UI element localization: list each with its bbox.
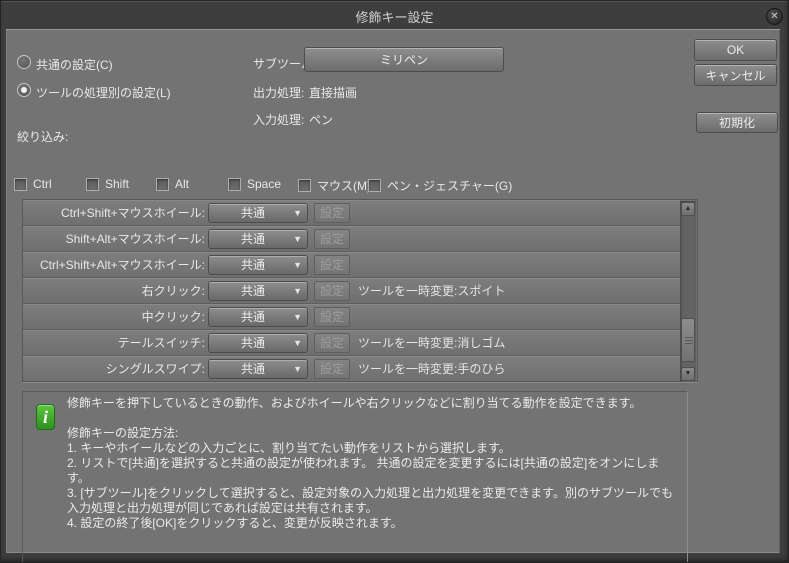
info-line: 2. リストで[共通]を選択すると共通の設定が使われます。 共通の設定を変更する… — [67, 456, 660, 485]
filter-checkbox[interactable] — [368, 179, 381, 192]
dialog-title: 修飾キー設定 — [355, 10, 434, 25]
input-process-value: ペン — [309, 113, 334, 127]
assignment-dropdown[interactable]: 共通 ▼ — [208, 254, 308, 275]
assignment-row: 右クリック: 共通 ▼ 設定 ツールを一時変更:スポイト — [23, 278, 680, 304]
radio-common-settings[interactable] — [17, 55, 31, 69]
assignment-row-label: テールスイッチ: — [117, 336, 205, 350]
cancel-button[interactable]: キャンセル — [694, 64, 777, 86]
assignment-row-label: Shift+Alt+マウスホイール: — [65, 232, 205, 246]
assignment-dropdown[interactable]: 共通 ▼ — [208, 332, 308, 353]
assignment-row: Shift+Alt+マウスホイール: 共通 ▼ 設定 — [23, 226, 680, 252]
settings-button: 設定 — [314, 228, 350, 249]
ok-button[interactable]: OK — [694, 39, 777, 61]
assignment-row: 中クリック: 共通 ▼ 設定 — [23, 304, 680, 330]
filter-option: Ctrl — [14, 177, 52, 191]
title-bar[interactable]: 修飾キー設定 ✕ — [1, 1, 788, 27]
filter-checkbox-label: マウス(M) — [317, 179, 371, 193]
assignment-dropdown-value: 共通 — [240, 284, 265, 298]
assignment-dropdown[interactable]: 共通 ▼ — [208, 202, 308, 223]
settings-button: 設定 — [314, 332, 350, 353]
filter-checkbox-label: ペン・ジェスチャー(G) — [387, 179, 513, 193]
filter-checkbox[interactable] — [86, 177, 99, 191]
assignment-note: ツールを一時変更:手のひら — [358, 362, 506, 376]
output-process-value: 直接描画 — [309, 86, 358, 100]
filter-option: Space — [228, 177, 281, 191]
assignment-row: シングルスワイプ: 共通 ▼ 設定 ツールを一時変更:手のひら — [23, 356, 680, 381]
assignment-note: ツールを一時変更:消しゴム — [358, 336, 506, 350]
output-process-label: 出力処理: — [253, 86, 305, 100]
info-line: 3. [サブツール]をクリックして選択すると、設定対象の入力処理と出力処理を変更… — [67, 486, 673, 515]
assignment-dropdown[interactable]: 共通 ▼ — [208, 280, 308, 301]
filter-option: ペン・ジェスチャー(G) — [368, 177, 512, 194]
scrollbar[interactable]: ▲ ▼ — [680, 201, 696, 382]
filter-checkbox-label: Alt — [175, 177, 190, 191]
input-process-label: 入力処理: — [253, 113, 305, 127]
filter-option: Alt — [156, 177, 189, 191]
chevron-down-icon: ▼ — [293, 285, 302, 296]
assignment-row-label: Ctrl+Shift+Alt+マウスホイール: — [39, 258, 205, 272]
scroll-up-icon[interactable]: ▲ — [681, 202, 695, 216]
info-line: 修飾キーの設定方法: — [67, 426, 179, 440]
filter-checkbox[interactable] — [14, 177, 27, 191]
info-box: i 修飾キーを押下しているときの動作、およびホイールや右クリックなどに割り当てる… — [22, 391, 688, 562]
filter-label: 絞り込み: — [17, 130, 69, 144]
filter-option: Shift — [86, 177, 129, 191]
scrollbar-thumb[interactable] — [681, 318, 695, 362]
chevron-down-icon: ▼ — [293, 363, 302, 374]
assignment-dropdown-value: 共通 — [240, 258, 265, 272]
assignment-row-label: シングルスワイプ: — [105, 362, 205, 376]
info-text: 修飾キーを押下しているときの動作、およびホイールや右クリックなどに割り当てる動作… — [67, 396, 679, 531]
settings-button: 設定 — [314, 358, 350, 379]
assignment-dropdown-value: 共通 — [240, 232, 265, 246]
info-line: 1. キーやホイールなどの入力ごとに、割り当てたい動作をリストから選択します。 — [67, 441, 511, 455]
chevron-down-icon: ▼ — [293, 233, 302, 244]
filter-checkbox-label: Ctrl — [33, 177, 52, 191]
info-line — [67, 411, 679, 426]
assignment-dropdown-value: 共通 — [240, 206, 265, 220]
assignment-dropdown[interactable]: 共通 ▼ — [208, 228, 308, 249]
subtool-button[interactable]: ミリペン — [304, 47, 504, 72]
assignment-row: Ctrl+Shift+Alt+マウスホイール: 共通 ▼ 設定 — [23, 252, 680, 278]
assignment-dropdown-value: 共通 — [240, 310, 265, 324]
assignment-dropdown-value: 共通 — [240, 362, 265, 376]
modifier-key-settings-dialog: 修飾キー設定 ✕ 共通の設定(C) ツールの処理別の設定(L) サブツール: ミ… — [0, 0, 789, 563]
filter-checkbox[interactable] — [156, 177, 169, 191]
radio-common-settings-label: 共通の設定(C) — [36, 58, 113, 72]
filter-checkbox-label: Shift — [105, 177, 130, 191]
filter-checkbox[interactable] — [298, 179, 311, 192]
settings-button: 設定 — [314, 202, 350, 223]
assignment-row: Ctrl+Shift+マウスホイール: 共通 ▼ 設定 — [23, 200, 680, 226]
filter-option: マウス(M) — [298, 177, 371, 194]
assignment-dropdown[interactable]: 共通 ▼ — [208, 306, 308, 327]
chevron-down-icon: ▼ — [293, 259, 302, 270]
assignment-note: ツールを一時変更:スポイト — [358, 284, 506, 298]
settings-button: 設定 — [314, 280, 350, 301]
assignment-row-label: 右クリック: — [141, 284, 205, 298]
settings-button: 設定 — [314, 306, 350, 327]
chevron-down-icon: ▼ — [293, 311, 302, 322]
reset-button[interactable]: 初期化 — [696, 112, 778, 133]
chevron-down-icon: ▼ — [293, 207, 302, 218]
info-line: 修飾キーを押下しているときの動作、およびホイールや右クリックなどに割り当てる動作… — [67, 396, 642, 410]
info-line: 4. 設定の終了後[OK]をクリックすると、変更が反映されます。 — [67, 516, 403, 530]
close-icon[interactable]: ✕ — [766, 8, 783, 25]
settings-button: 設定 — [314, 254, 350, 275]
assignment-row: テールスイッチ: 共通 ▼ 設定 ツールを一時変更:消しゴム — [23, 330, 680, 356]
filter-checkbox-label: Space — [247, 177, 282, 191]
dialog-body: 共通の設定(C) ツールの処理別の設定(L) サブツール: ミリペン 出力処理:… — [6, 29, 780, 562]
assignment-row-label: Ctrl+Shift+マウスホイール: — [60, 206, 205, 220]
info-icon: i — [36, 404, 55, 430]
filter-checkbox[interactable] — [228, 177, 241, 191]
assignment-row-label: 中クリック: — [141, 310, 205, 324]
assignment-dropdown-value: 共通 — [240, 336, 265, 350]
assignment-list: Ctrl+Shift+マウスホイール: 共通 ▼ 設定 Shift+Alt+マウスホイー… — [22, 199, 698, 382]
radio-per-tool-settings-label: ツールの処理別の設定(L) — [36, 86, 171, 100]
assignment-dropdown[interactable]: 共通 ▼ — [208, 358, 308, 379]
radio-per-tool-settings[interactable] — [17, 83, 31, 97]
chevron-down-icon: ▼ — [293, 337, 302, 348]
scroll-down-icon[interactable]: ▼ — [681, 367, 695, 381]
